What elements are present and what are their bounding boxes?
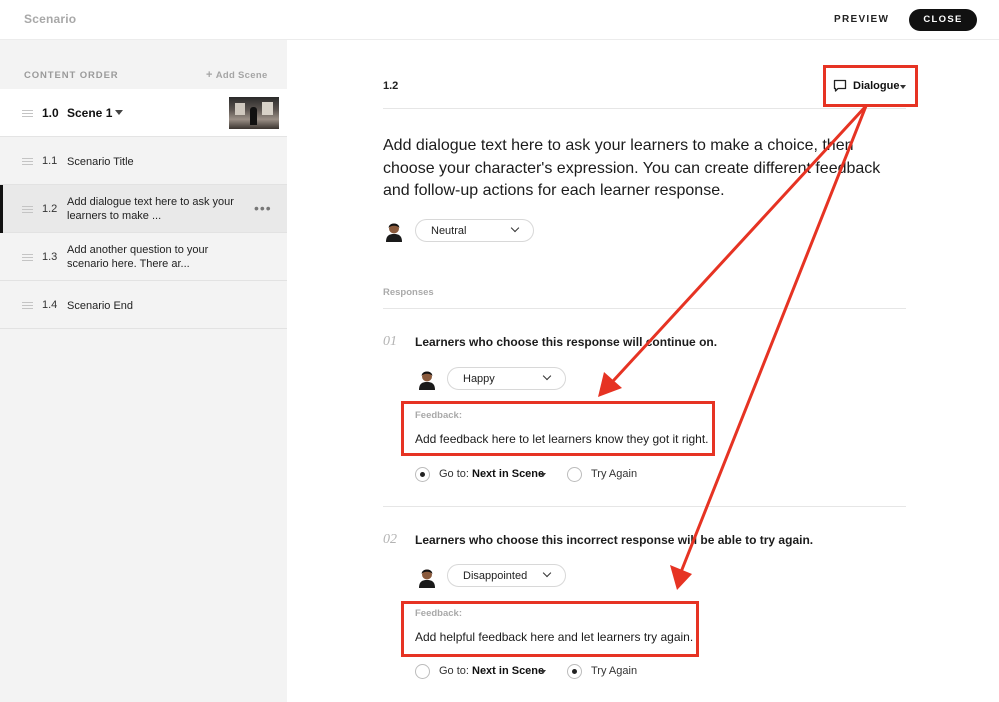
drag-handle-icon[interactable] [22, 110, 33, 117]
preview-button[interactable]: PREVIEW [834, 14, 889, 25]
caret-down-icon[interactable] [115, 110, 123, 115]
chevron-down-icon [542, 568, 552, 578]
sidebar-item-label: Add dialogue text here to ask your learn… [67, 196, 234, 222]
annotation-box-dialogue [823, 65, 918, 107]
avatar-icon [419, 569, 435, 588]
avatar-icon [386, 223, 402, 242]
try-again-label: Try Again [591, 665, 638, 677]
sidebar-item-label: Scenario End [67, 300, 134, 312]
content-order-label: CONTENT ORDER [24, 70, 119, 81]
plus-icon: + [206, 69, 213, 81]
add-scene-button[interactable]: + Add Scene [206, 69, 268, 81]
sidebar-item-number: 1.4 [42, 299, 58, 311]
caret-down-icon[interactable] [540, 670, 546, 674]
response-expression-select[interactable]: Happy [447, 367, 566, 390]
goto-select[interactable]: Next in Scene [472, 468, 544, 480]
caret-down-icon[interactable] [540, 473, 546, 477]
chevron-down-icon [542, 371, 552, 381]
sidebar-header: CONTENT ORDER + Add Scene [0, 40, 287, 89]
scene-number: 1.0 [42, 106, 59, 120]
block-number: 1.2 [383, 80, 399, 92]
try-again-radio[interactable] [567, 467, 582, 482]
sidebar-item-1-4[interactable]: 1.4 Scenario End [0, 281, 287, 329]
divider [383, 506, 906, 507]
goto-label: Go to: [439, 468, 469, 480]
response-text[interactable]: Learners who choose this incorrect respo… [415, 533, 813, 547]
sidebar-item-label: Add another question to your scenario he… [67, 244, 209, 270]
drag-handle-icon[interactable] [22, 158, 33, 165]
scene-name: Scene 1 [67, 106, 113, 120]
goto-select[interactable]: Next in Scene [472, 665, 544, 677]
goto-label: Go to: [439, 665, 469, 677]
scene-thumbnail [229, 97, 279, 129]
response-number: 01 [383, 334, 397, 349]
avatar-icon [419, 371, 435, 390]
sidebar-item-1-2[interactable]: 1.2 Add dialogue text here to ask your l… [0, 185, 287, 233]
drag-handle-icon[interactable] [22, 206, 33, 213]
divider [383, 308, 906, 309]
annotation-box-feedback-2 [401, 601, 699, 657]
divider [383, 108, 906, 109]
sidebar-item-number: 1.2 [42, 203, 58, 215]
sidebar-item-number: 1.1 [42, 155, 58, 167]
annotation-box-feedback-1 [401, 401, 715, 456]
sidebar-item-1-1[interactable]: 1.1 Scenario Title [0, 137, 287, 185]
sidebar: CONTENT ORDER + Add Scene 1.0 Scene 1 1.1… [0, 40, 287, 702]
expression-value: Disappointed [463, 570, 528, 582]
top-bar: Scenario PREVIEW CLOSE [0, 0, 999, 40]
expression-value: Neutral [431, 225, 467, 237]
goto-radio[interactable] [415, 664, 430, 679]
chevron-down-icon [510, 223, 520, 233]
drag-handle-icon[interactable] [22, 302, 33, 309]
sidebar-item-number: 1.3 [42, 251, 58, 263]
close-button[interactable]: CLOSE [909, 9, 977, 31]
expression-select[interactable]: Neutral [415, 219, 534, 242]
sidebar-item-1-3[interactable]: 1.3 Add another question to your scenari… [0, 233, 287, 281]
response-number: 02 [383, 532, 397, 547]
sidebar-scene-row[interactable]: 1.0 Scene 1 [0, 89, 287, 137]
goto-radio[interactable] [415, 467, 430, 482]
expression-value: Happy [463, 373, 495, 385]
more-dots-icon[interactable]: ••• [254, 201, 272, 215]
responses-label: Responses [383, 287, 434, 298]
sidebar-item-label: Scenario Title [67, 156, 134, 168]
add-scene-label: Add Scene [215, 70, 268, 81]
response-text[interactable]: Learners who choose this response will c… [415, 335, 717, 349]
response-expression-select[interactable]: Disappointed [447, 564, 566, 587]
dialogue-text[interactable]: Add dialogue text here to ask your learn… [383, 135, 903, 203]
drag-handle-icon[interactable] [22, 254, 33, 261]
try-again-label: Try Again [591, 468, 638, 480]
try-again-radio[interactable] [567, 664, 582, 679]
app-title: Scenario [24, 12, 77, 26]
